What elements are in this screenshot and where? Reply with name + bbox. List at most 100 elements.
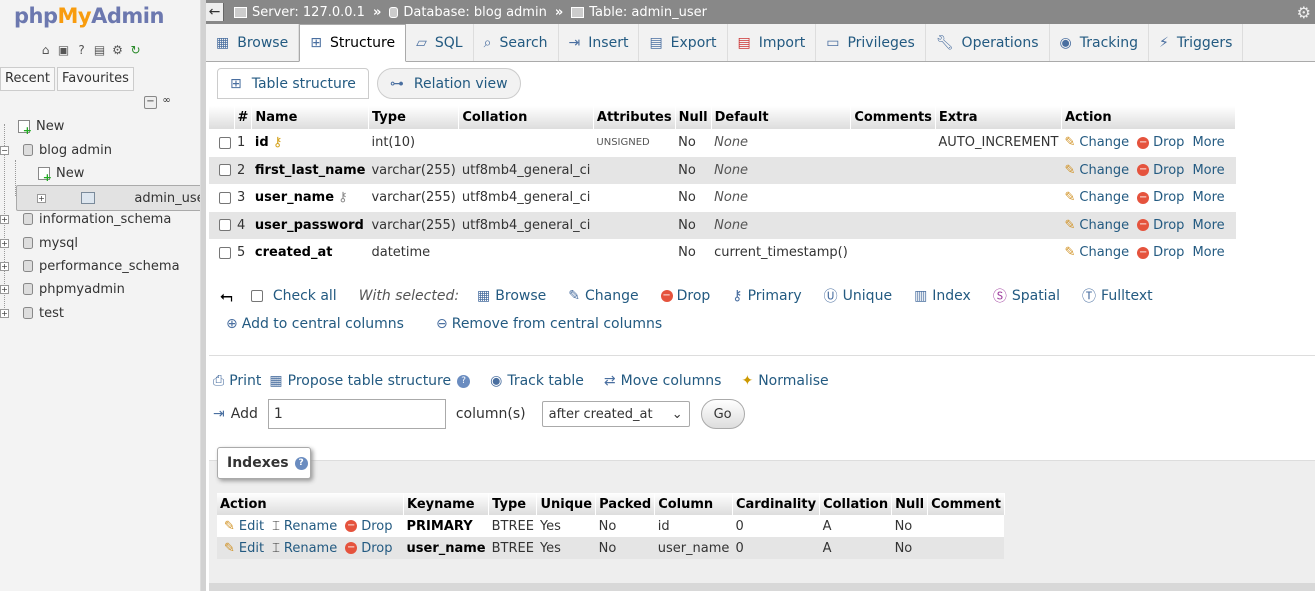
tab-insert[interactable]: ⇥ Insert: [559, 24, 640, 61]
propose-structure-link[interactable]: ▦ Propose table structure?: [269, 373, 471, 389]
track-table-link[interactable]: ◉ Track table: [490, 373, 584, 389]
drop-button[interactable]: − Drop: [1137, 190, 1184, 205]
change-button[interactable]: ✎ Change: [1064, 190, 1129, 205]
column-header-comments[interactable]: Comments: [850, 106, 936, 129]
more-dropdown[interactable]: More: [1192, 190, 1224, 205]
tab-search[interactable]: ⌕ Search: [474, 24, 559, 61]
subtab-relation-view[interactable]: ⊶ Relation view: [376, 68, 521, 99]
tree-item-test[interactable]: + test: [0, 302, 64, 324]
drop-button[interactable]: − Drop: [1137, 245, 1184, 260]
subtab-table-structure[interactable]: ⊞ Table structure: [217, 68, 369, 99]
tree-item-new-table[interactable]: New: [38, 162, 84, 184]
rename-index-button[interactable]: ⌶ Rename: [272, 541, 337, 556]
column-count-input[interactable]: 1: [267, 399, 446, 429]
edit-index-button[interactable]: ✎ Edit: [224, 519, 264, 534]
table-row[interactable]: 3 user_name ⚷ varchar(255) utf8mb4_general_…: [209, 184, 1236, 212]
tree-item-phpmyadmin[interactable]: + phpmyadmin: [0, 278, 125, 300]
go-button[interactable]: Go: [700, 399, 745, 429]
expand-icon[interactable]: +: [0, 238, 9, 248]
remove-central-columns-button[interactable]: ⊖ Remove from central columns: [436, 316, 662, 332]
row-checkbox[interactable]: [219, 136, 231, 149]
tab-privileges[interactable]: ▭ Privileges: [816, 24, 926, 61]
bulk-browse-button[interactable]: ▦ Browse: [477, 288, 546, 304]
column-header-collation[interactable]: Collation: [458, 106, 594, 129]
settings-icon[interactable]: ⚙: [110, 42, 125, 57]
tab-triggers[interactable]: ⚡︎ Triggers: [1149, 24, 1244, 61]
column-header-null[interactable]: Null: [675, 106, 712, 129]
tab-operations[interactable]: 🔧︎ Operations: [926, 24, 1050, 61]
collapse-all-icon[interactable]: −: [144, 96, 157, 109]
logout-icon[interactable]: ▣: [56, 42, 71, 57]
tab-import[interactable]: ▤ Import: [728, 24, 817, 61]
drop-index-button[interactable]: − Drop: [345, 541, 393, 556]
expand-icon[interactable]: +: [0, 214, 9, 224]
bulk-fulltext-button[interactable]: Ⓣ Fulltext: [1082, 286, 1153, 306]
tab-export[interactable]: ▤ Export: [639, 24, 728, 61]
help-icon[interactable]: ?: [74, 42, 89, 57]
tab-tracking[interactable]: ◉ Tracking: [1050, 24, 1150, 61]
drop-button[interactable]: − Drop: [1137, 218, 1184, 233]
tab-structure[interactable]: ⊞ Structure: [299, 24, 407, 62]
column-header-default[interactable]: Default: [711, 106, 852, 129]
column-header-type[interactable]: Type: [368, 106, 460, 129]
docs-icon[interactable]: ▤: [92, 42, 107, 57]
tree-item-performance-schema[interactable]: + performance_schema: [0, 255, 180, 277]
expand-icon[interactable]: +: [0, 284, 9, 294]
add-central-columns-button[interactable]: ⊕ Add to central columns: [226, 316, 404, 332]
change-button[interactable]: ✎ Change: [1064, 163, 1129, 178]
tree-item-information-schema[interactable]: + information_schema: [0, 208, 171, 230]
expand-icon[interactable]: +: [0, 261, 9, 271]
table-row[interactable]: 1 id ⚷ int(10) UNSIGNED No None AUTO_INCREMENT…: [209, 129, 1236, 157]
table-row[interactable]: 2 first_last_name varchar(255) utf8mb4_gene…: [209, 156, 1236, 184]
tab-browse[interactable]: ▦ Browse: [206, 24, 300, 61]
bulk-index-button[interactable]: ▥ Index: [914, 288, 971, 304]
bulk-drop-button[interactable]: − Drop: [660, 288, 710, 304]
tree-item-new-database[interactable]: New: [18, 115, 64, 137]
bulk-change-button[interactable]: ✎ Change: [568, 288, 638, 304]
tree-item-blog-admin[interactable]: − blog admin: [0, 139, 112, 161]
collapse-icon[interactable]: −: [0, 145, 9, 155]
column-header-attributes[interactable]: Attributes: [593, 106, 676, 129]
rename-index-button[interactable]: ⌶ Rename: [272, 519, 337, 534]
expand-icon[interactable]: +: [0, 308, 9, 318]
drop-index-button[interactable]: − Drop: [345, 519, 393, 534]
tree-item-mysql[interactable]: + mysql: [0, 232, 78, 254]
normalise-link[interactable]: ✦ Normalise: [741, 373, 828, 389]
bulk-unique-button[interactable]: Ⓤ Unique: [824, 286, 892, 306]
change-button[interactable]: ✎ Change: [1064, 135, 1129, 150]
collapse-sidebar-icon[interactable]: ←: [206, 3, 224, 21]
drop-button[interactable]: − Drop: [1137, 135, 1184, 150]
check-all-label[interactable]: Check all: [273, 288, 337, 304]
breadcrumb-database[interactable]: Database: blog admin: [389, 5, 547, 20]
print-link[interactable]: ⎙ Print: [213, 373, 261, 389]
change-button[interactable]: ✎ Change: [1064, 218, 1129, 233]
tab-favourites[interactable]: Favourites: [56, 67, 134, 91]
more-dropdown[interactable]: More: [1192, 245, 1224, 260]
more-dropdown[interactable]: More: [1192, 218, 1224, 233]
drop-button[interactable]: − Drop: [1137, 163, 1184, 178]
breadcrumb-table[interactable]: Table: admin_user: [571, 5, 707, 20]
move-columns-link[interactable]: ⇄ Move columns: [604, 373, 722, 389]
help-icon[interactable]: ?: [294, 456, 308, 470]
reload-icon[interactable]: ↻: [128, 42, 143, 57]
breadcrumb-server[interactable]: Server: 127.0.0.1: [234, 5, 365, 20]
sidebar-resizer[interactable]: [201, 0, 206, 591]
table-row[interactable]: 4 user_password varchar(255) utf8mb4_genera…: [209, 211, 1236, 239]
indexes-legend[interactable]: Indexes?: [217, 447, 311, 479]
tab-sql[interactable]: ▱ SQL: [406, 24, 474, 61]
change-button[interactable]: ✎ Change: [1064, 245, 1129, 260]
column-header-name[interactable]: Name: [251, 106, 369, 129]
settings-gear-icon[interactable]: ⚙: [1297, 3, 1311, 22]
more-dropdown[interactable]: More: [1192, 135, 1224, 150]
row-checkbox[interactable]: [219, 246, 231, 259]
edit-index-button[interactable]: ✎ Edit: [224, 541, 264, 556]
more-dropdown[interactable]: More: [1192, 163, 1224, 178]
row-checkbox[interactable]: [219, 164, 231, 177]
table-row[interactable]: 5 created_at datetime No current_timestamp()…: [209, 239, 1236, 267]
bulk-spatial-button[interactable]: Ⓢ Spatial: [993, 286, 1060, 306]
tab-recent[interactable]: Recent: [0, 67, 55, 91]
phpmyadmin-logo[interactable]: phpMyAdmin: [14, 4, 164, 28]
column-header-extra[interactable]: Extra: [935, 106, 1062, 129]
help-icon[interactable]: ?: [457, 374, 471, 388]
console-bar[interactable]: [209, 583, 1315, 591]
